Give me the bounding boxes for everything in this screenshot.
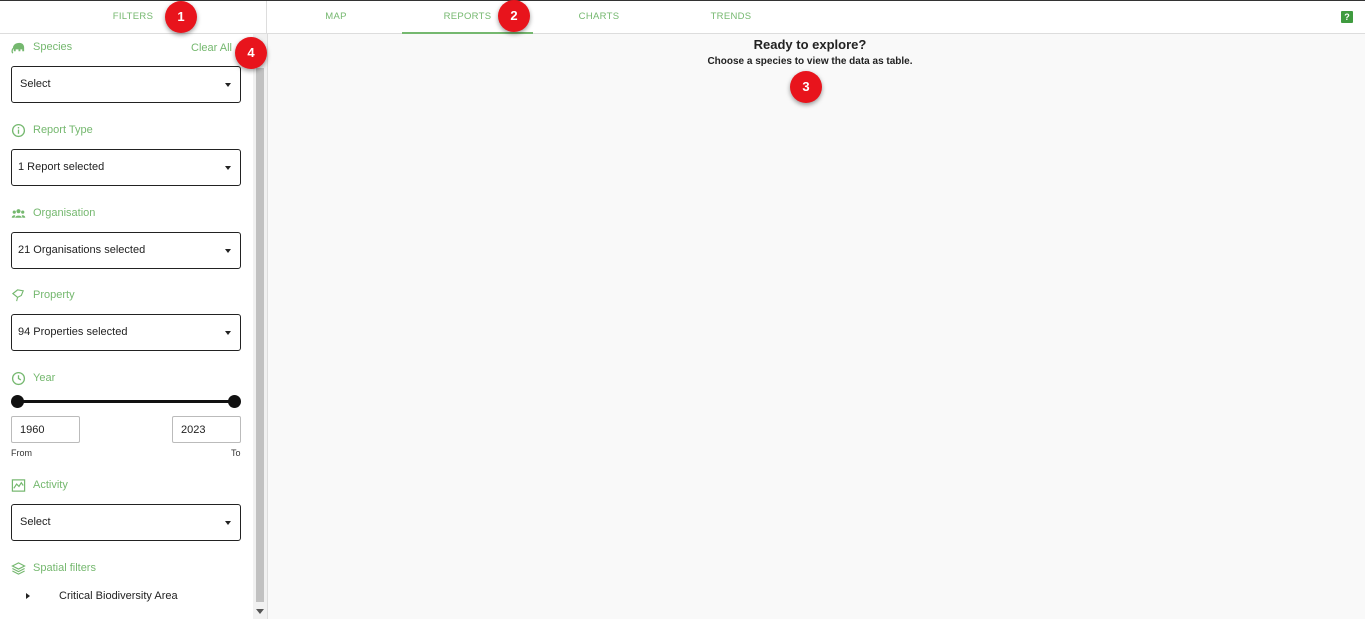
annotation-badge-2: 2: [498, 0, 530, 32]
annotation-badge-4: 4: [235, 37, 267, 69]
property-select-value: 94 Properties selected: [18, 326, 128, 338]
activity-select-value: Select: [20, 516, 51, 528]
tab-map[interactable]: MAP: [270, 1, 402, 34]
year-to-input[interactable]: [172, 416, 241, 443]
report-type-select-value: 1 Report selected: [18, 161, 105, 173]
activity-label-row: Activity: [11, 477, 68, 493]
top-navigation-bar: FILTERS MAP REPORTS CHARTS TRENDS ?: [0, 0, 1365, 34]
filters-tab[interactable]: FILTERS: [0, 1, 267, 34]
clear-all-button[interactable]: Clear All: [191, 42, 232, 54]
help-icon[interactable]: ?: [1341, 11, 1353, 23]
caret-down-icon: [225, 331, 231, 335]
year-label: Year: [33, 372, 56, 384]
caret-down-icon: [225, 521, 231, 525]
empty-state-title: Ready to explore?: [753, 37, 867, 52]
annotation-badge-3: 3: [790, 71, 822, 103]
spatial-filters-label-row: Spatial filters: [11, 560, 96, 576]
empty-state-subtitle: Choose a species to view the data as tab…: [707, 56, 913, 67]
property-label: Property: [33, 289, 75, 301]
year-label-row: Year: [11, 370, 55, 386]
organisation-label-row: Organisation: [11, 205, 95, 221]
layers-icon: [11, 561, 26, 575]
organisation-select-value: 21 Organisations selected: [18, 244, 146, 256]
spatial-filters-label: Spatial filters: [33, 562, 96, 574]
tab-charts[interactable]: CHARTS: [533, 1, 665, 34]
tab-trends[interactable]: TRENDS: [665, 1, 797, 34]
annotation-badge-1: 1: [165, 1, 197, 33]
property-pin-icon: [11, 288, 24, 301]
species-label: Species: [33, 41, 73, 53]
people-icon: [11, 208, 26, 218]
caret-down-icon: [225, 166, 231, 170]
activity-label: Activity: [33, 479, 68, 491]
caret-down-icon: [225, 83, 231, 87]
caret-right-icon[interactable]: [26, 593, 30, 599]
year-slider-handle-end[interactable]: [228, 395, 241, 408]
organisation-select[interactable]: 21 Organisations selected: [11, 232, 241, 269]
species-select-value: Select: [20, 78, 51, 90]
species-select[interactable]: Select: [11, 66, 241, 103]
property-select[interactable]: 94 Properties selected: [11, 314, 241, 351]
info-circle-icon: [11, 123, 26, 137]
organisation-label: Organisation: [33, 207, 96, 219]
sidebar-scrollbar-thumb[interactable]: [256, 68, 264, 602]
tree-item-critical-biodiversity-area[interactable]: Critical Biodiversity Area: [26, 589, 178, 603]
year-range-slider-track[interactable]: [17, 400, 234, 403]
activity-select[interactable]: Select: [11, 504, 241, 541]
property-label-row: Property: [11, 287, 75, 303]
year-from-input[interactable]: [11, 416, 80, 443]
species-label-row: Species: [11, 39, 72, 55]
tree-item-label: Critical Biodiversity Area: [59, 590, 178, 602]
clock-icon: [11, 371, 26, 385]
year-from-label: From: [11, 448, 32, 458]
report-type-select[interactable]: 1 Report selected: [11, 149, 241, 186]
year-slider-handle-start[interactable]: [11, 395, 24, 408]
activity-chart-icon: [11, 478, 26, 492]
filters-sidebar: Species Clear All Select Report Type 1 R…: [0, 34, 268, 619]
report-type-label: Report Type: [33, 124, 93, 136]
elephant-icon: [11, 42, 25, 54]
caret-down-icon: [225, 249, 231, 253]
year-to-label: To: [231, 448, 241, 458]
report-type-label-row: Report Type: [11, 122, 93, 138]
scroll-down-arrow-icon[interactable]: [256, 609, 264, 614]
